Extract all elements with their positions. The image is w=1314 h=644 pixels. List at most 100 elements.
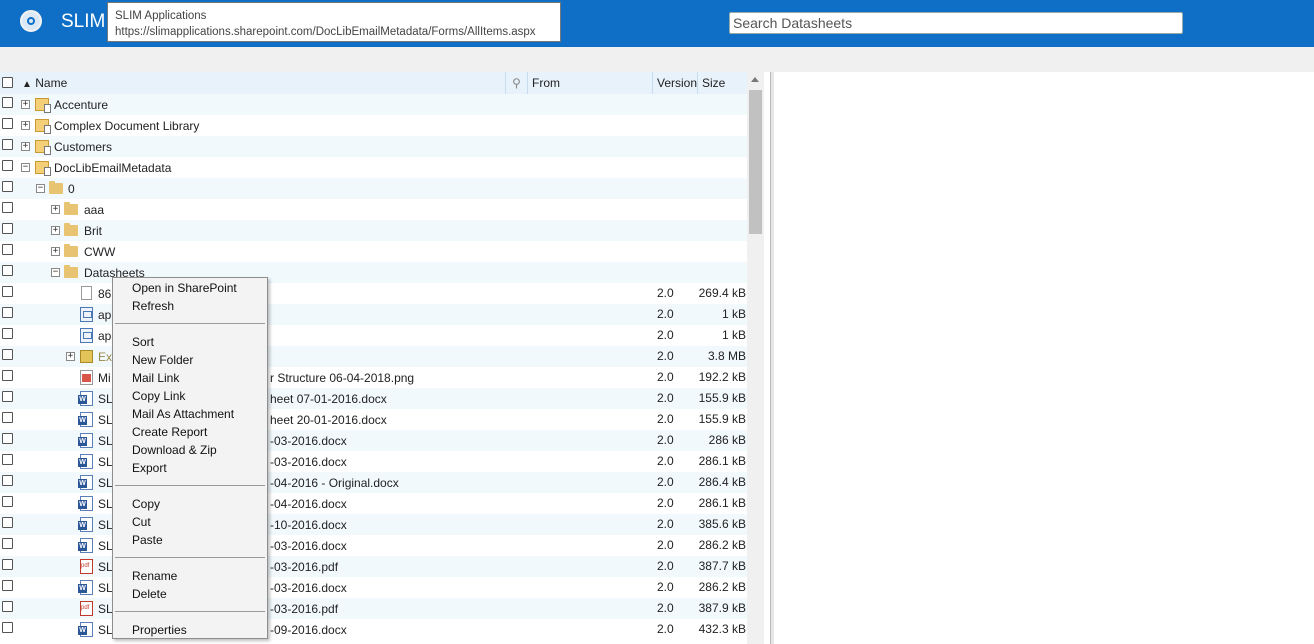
menu-item-create-report[interactable]: Create Report xyxy=(132,425,207,439)
row-checkbox[interactable] xyxy=(2,496,13,507)
row-checkbox[interactable] xyxy=(2,601,13,612)
menu-item-refresh[interactable]: Refresh xyxy=(132,299,174,313)
row-checkbox[interactable] xyxy=(2,454,13,465)
library-icon xyxy=(35,98,51,113)
collapse-icon[interactable]: − xyxy=(51,268,60,277)
row-checkbox[interactable] xyxy=(2,370,13,381)
row-size: 1 kB xyxy=(721,328,746,342)
tree-row-accenture[interactable]: + Accenture xyxy=(0,94,747,115)
row-checkbox[interactable] xyxy=(2,181,13,192)
menu-item-sort[interactable]: Sort xyxy=(132,335,154,349)
word-document-icon xyxy=(78,496,93,511)
column-header-size[interactable]: Size xyxy=(698,72,747,94)
row-checkbox[interactable] xyxy=(2,559,13,570)
row-size: 1 kB xyxy=(721,307,746,321)
menu-separator xyxy=(115,485,265,486)
menu-item-rename[interactable]: Rename xyxy=(132,569,177,583)
row-checkbox[interactable] xyxy=(2,286,13,297)
row-checkbox[interactable] xyxy=(2,433,13,444)
expand-icon[interactable]: + xyxy=(21,100,30,109)
row-checkbox[interactable] xyxy=(2,139,13,150)
scroll-up-arrow-icon[interactable] xyxy=(751,77,759,82)
row-checkbox[interactable] xyxy=(2,391,13,402)
tree-row-folder-brit[interactable]: + Brit xyxy=(0,220,747,241)
row-name: Ex xyxy=(98,350,113,364)
column-header-name[interactable]: ▲ Name xyxy=(18,72,506,94)
row-checkbox[interactable] xyxy=(2,349,13,360)
row-checkbox[interactable] xyxy=(2,223,13,234)
column-header-version[interactable]: Version xyxy=(653,72,698,94)
row-size: 192.2 kB xyxy=(698,370,746,384)
column-header-attachment[interactable]: ⚲ xyxy=(506,72,528,94)
column-from-label: From xyxy=(532,76,560,90)
row-checkbox[interactable] xyxy=(2,580,13,591)
pane-splitter[interactable] xyxy=(770,72,774,644)
select-all-checkbox[interactable] xyxy=(2,77,13,88)
tree-row-folder-aaa[interactable]: + aaa xyxy=(0,199,747,220)
menu-item-export[interactable]: Export xyxy=(132,461,167,475)
row-checkbox[interactable] xyxy=(2,475,13,486)
expand-icon[interactable]: + xyxy=(51,226,60,235)
row-size: 286.2 kB xyxy=(698,538,746,552)
expand-icon[interactable]: + xyxy=(51,205,60,214)
row-checkbox[interactable] xyxy=(2,265,13,276)
row-checkbox[interactable] xyxy=(2,622,13,633)
row-name-tail: heet 07-01-2016.docx xyxy=(270,392,387,406)
expand-icon[interactable]: + xyxy=(21,142,30,151)
row-checkbox[interactable] xyxy=(2,202,13,213)
row-checkbox[interactable] xyxy=(2,328,13,339)
scrollbar-thumb[interactable] xyxy=(749,90,762,234)
expand-icon[interactable]: + xyxy=(51,247,60,256)
row-size: 286.1 kB xyxy=(698,454,746,468)
row-checkbox[interactable] xyxy=(2,97,13,108)
row-name: Complex Document Library xyxy=(54,119,200,133)
tree-row-folder-cww[interactable]: + CWW xyxy=(0,241,747,262)
menu-item-cut[interactable]: Cut xyxy=(132,515,151,529)
row-checkbox[interactable] xyxy=(2,412,13,423)
folder-icon xyxy=(64,202,78,215)
row-name-tail: -03-2016.pdf xyxy=(270,560,339,574)
tree-row-doclibemailmetadata[interactable]: − DocLibEmailMetadata xyxy=(0,157,747,178)
menu-separator xyxy=(115,557,265,558)
collapse-icon[interactable]: − xyxy=(21,163,30,172)
row-checkbox[interactable] xyxy=(2,307,13,318)
expand-icon[interactable]: + xyxy=(21,121,30,130)
menu-item-properties[interactable]: Properties xyxy=(132,623,187,637)
row-checkbox[interactable] xyxy=(2,517,13,528)
menu-item-new-folder[interactable]: New Folder xyxy=(132,353,193,367)
row-name: SL xyxy=(98,539,113,553)
app-logo-icon[interactable] xyxy=(20,10,42,32)
folder-icon xyxy=(64,223,78,236)
menu-item-mail-as-attachment[interactable]: Mail As Attachment xyxy=(132,407,234,421)
menu-item-copy[interactable]: Copy xyxy=(132,497,160,511)
tree-row-customers[interactable]: + Customers xyxy=(0,136,747,157)
row-size: 286.2 kB xyxy=(698,580,746,594)
tree-row-complex-document-library[interactable]: + Complex Document Library xyxy=(0,115,747,136)
vertical-scrollbar[interactable] xyxy=(747,72,764,644)
row-name: SL xyxy=(98,518,113,532)
collapse-icon[interactable]: − xyxy=(36,184,45,193)
row-size: 155.9 kB xyxy=(698,412,746,426)
row-checkbox[interactable] xyxy=(2,538,13,549)
email-message-icon xyxy=(80,328,93,343)
brand-title: SLIM xyxy=(61,11,106,32)
tree-row-folder-0[interactable]: − 0 xyxy=(0,178,747,199)
row-checkbox[interactable] xyxy=(2,160,13,171)
column-header-from[interactable]: From xyxy=(528,72,653,94)
menu-item-open-in-sharepoint[interactable]: Open in SharePoint xyxy=(132,281,237,295)
row-checkbox[interactable] xyxy=(2,118,13,129)
menu-item-paste[interactable]: Paste xyxy=(132,533,163,547)
menu-separator xyxy=(115,611,265,612)
row-name: aaa xyxy=(84,203,105,217)
folder-icon xyxy=(64,244,78,257)
menu-item-copy-link[interactable]: Copy Link xyxy=(132,389,185,403)
search-input[interactable] xyxy=(729,12,1183,34)
expand-icon[interactable]: + xyxy=(66,352,75,361)
menu-item-download-zip[interactable]: Download & Zip xyxy=(132,443,217,457)
menu-item-mail-link[interactable]: Mail Link xyxy=(132,371,179,385)
menu-item-delete[interactable]: Delete xyxy=(132,587,167,601)
row-name-tail: -03-2016.docx xyxy=(270,434,347,448)
row-size: 387.9 kB xyxy=(698,601,746,615)
row-size: 3.8 MB xyxy=(707,349,746,363)
row-checkbox[interactable] xyxy=(2,244,13,255)
